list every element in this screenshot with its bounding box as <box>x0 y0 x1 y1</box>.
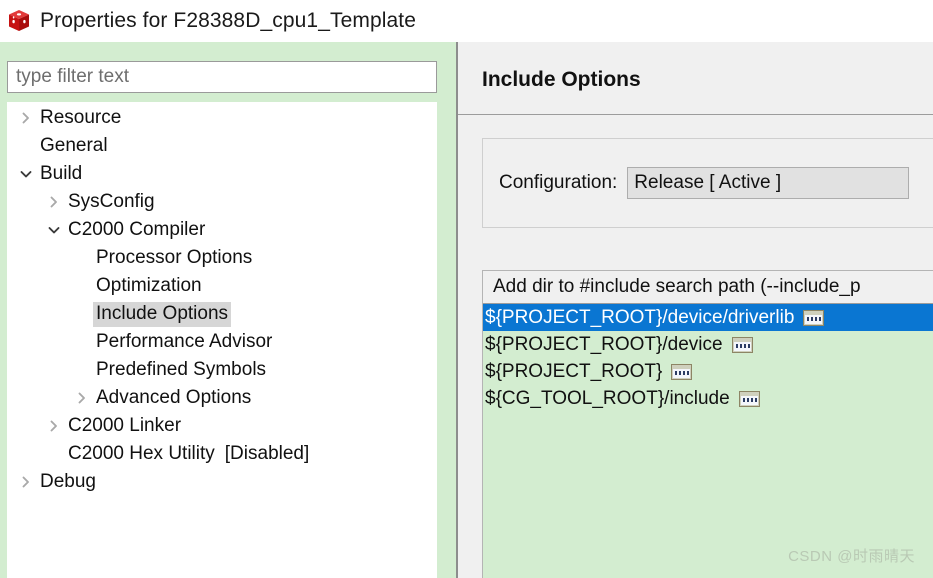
tree-item-optimization[interactable]: Optimization <box>7 272 437 300</box>
include-path-list-body[interactable]: ${PROJECT_ROOT}/device/driverlib ${PROJEC… <box>483 304 933 578</box>
dialog-title: Properties for F28388D_cpu1_Template <box>40 9 416 32</box>
tree-item-c2000-linker[interactable]: C2000 Linker <box>7 412 437 440</box>
tree-item-c2000-hex-utility[interactable]: C2000 Hex Utility [Disabled] <box>7 440 437 468</box>
variable-browse-icon[interactable] <box>803 309 825 326</box>
tree-item-general[interactable]: General <box>7 132 437 160</box>
tree-item-resource[interactable]: Resource <box>7 104 437 132</box>
configuration-label: Configuration: <box>499 172 618 193</box>
include-path-text: ${CG_TOOL_ROOT}/include <box>485 387 730 409</box>
settings-tree[interactable]: Resource General Build SysConfig C2000 Compi… <box>7 102 437 578</box>
chevron-down-icon[interactable] <box>43 225 65 235</box>
tree-item-label: Debug <box>40 470 96 492</box>
tree-item-build[interactable]: Build <box>7 160 437 188</box>
tree-item-include-options[interactable]: Include Options <box>7 300 437 328</box>
tree-item-label: Advanced Options <box>96 386 252 408</box>
include-path-list-header-label: Add dir to #include search path (--inclu… <box>493 276 861 297</box>
variable-browse-icon[interactable] <box>671 363 693 380</box>
watermark: CSDN @时雨晴天 <box>788 548 915 565</box>
tree-item-label: Predefined Symbols <box>96 358 267 380</box>
tree-item-predefined-symbols[interactable]: Predefined Symbols <box>7 356 437 384</box>
chevron-down-icon[interactable] <box>15 169 37 179</box>
include-path-list-header: Add dir to #include search path (--inclu… <box>483 271 933 304</box>
chevron-right-icon[interactable] <box>43 195 65 209</box>
configuration-group: Configuration: Release [ Active ] <box>482 138 933 228</box>
tree-item-c2000-compiler[interactable]: C2000 Compiler <box>7 216 437 244</box>
tree-item-label: Optimization <box>96 274 202 296</box>
include-path-row[interactable]: ${PROJECT_ROOT}/device/driverlib <box>483 304 933 331</box>
tree-item-label: Resource <box>40 106 122 128</box>
filter-input[interactable]: type filter text <box>7 61 437 93</box>
tree-item-processor-options[interactable]: Processor Options <box>7 244 437 272</box>
filter-placeholder: type filter text <box>16 66 129 87</box>
variable-browse-icon[interactable] <box>738 390 760 407</box>
title-separator <box>458 114 933 115</box>
include-path-text: ${PROJECT_ROOT} <box>485 360 663 382</box>
include-path-list[interactable]: Add dir to #include search path (--inclu… <box>482 270 933 578</box>
navigation-pane: type filter text Resource General Build Sys… <box>0 42 456 578</box>
include-path-text: ${PROJECT_ROOT}/device <box>485 333 723 355</box>
tree-item-label: SysConfig <box>68 190 155 212</box>
dialog-titlebar: Properties for F28388D_cpu1_Template <box>0 0 933 42</box>
page-title: Include Options <box>482 68 641 91</box>
configuration-select[interactable]: Release [ Active ] <box>627 167 910 199</box>
tree-item-status: [Disabled] <box>224 443 310 464</box>
tree-item-debug[interactable]: Debug <box>7 468 437 496</box>
tree-item-label: Processor Options <box>96 246 253 268</box>
variable-browse-icon[interactable] <box>731 336 753 353</box>
tree-item-label: C2000 Linker <box>68 414 182 436</box>
tree-item-label: Performance Advisor <box>96 330 273 352</box>
include-path-text: ${PROJECT_ROOT}/device/driverlib <box>485 306 795 328</box>
include-path-row[interactable]: ${CG_TOOL_ROOT}/include <box>483 385 933 412</box>
tree-item-label: General <box>40 134 108 156</box>
tree-item-label: C2000 Hex Utility <box>68 442 215 464</box>
chevron-right-icon[interactable] <box>43 419 65 433</box>
settings-pane: Include Options Configuration: Release [… <box>458 42 933 578</box>
include-path-row[interactable]: ${PROJECT_ROOT} <box>483 358 933 385</box>
chevron-right-icon[interactable] <box>15 475 37 489</box>
red-cube-icon <box>6 8 32 34</box>
tree-item-label: C2000 Compiler <box>68 218 206 240</box>
tree-item-performance-advisor[interactable]: Performance Advisor <box>7 328 437 356</box>
tree-item-label: Build <box>40 162 83 184</box>
chevron-right-icon[interactable] <box>71 391 93 405</box>
chevron-right-icon[interactable] <box>15 111 37 125</box>
configuration-row: Configuration: Release [ Active ] <box>499 167 910 199</box>
include-path-row[interactable]: ${PROJECT_ROOT}/device <box>483 331 933 358</box>
configuration-value: Release [ Active ] <box>634 172 782 193</box>
properties-dialog: Properties for F28388D_cpu1_Template typ… <box>0 0 933 578</box>
tree-item-sysconfig[interactable]: SysConfig <box>7 188 437 216</box>
tree-item-label: Include Options <box>93 301 232 327</box>
tree-item-advanced-options[interactable]: Advanced Options <box>7 384 437 412</box>
